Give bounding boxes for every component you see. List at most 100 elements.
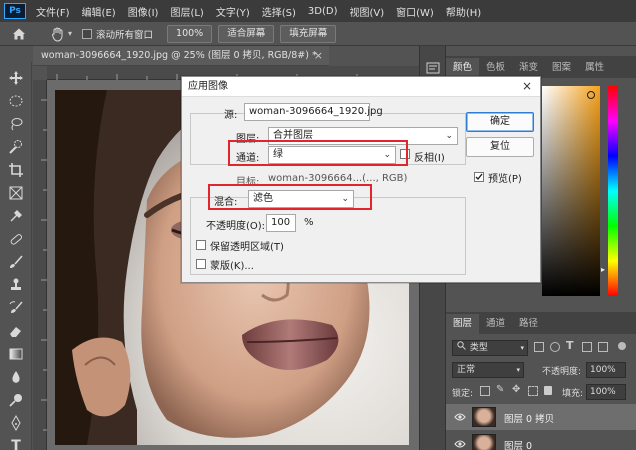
invert-label: 反相(I) bbox=[414, 153, 445, 164]
preserve-transparency-checkbox[interactable] bbox=[196, 240, 206, 250]
tools-panel: T bbox=[0, 62, 32, 450]
move-tool-icon[interactable] bbox=[8, 70, 24, 86]
layer-opacity-input[interactable]: 100% bbox=[586, 362, 626, 378]
layer-blend-mode-select[interactable]: 正常 ▾ bbox=[452, 362, 524, 378]
zoom-100-button[interactable]: 100% bbox=[167, 24, 213, 43]
blur-tool-icon[interactable] bbox=[8, 369, 24, 385]
tab-gradients[interactable]: 渐变 bbox=[512, 58, 545, 78]
lock-artboard-icon[interactable] bbox=[528, 386, 538, 396]
opacity-value: 100 bbox=[271, 217, 291, 228]
menu-edit[interactable]: 编辑(E) bbox=[76, 4, 122, 19]
channel-highlight-box bbox=[228, 140, 408, 166]
menu-bar: Ps 文件(F) 编辑(E) 图像(I) 图层(L) 文字(Y) 选择(S) 3… bbox=[0, 0, 636, 22]
filter-toggle-icon[interactable] bbox=[618, 342, 626, 350]
chevron-down-icon: ⌄ bbox=[357, 107, 365, 117]
tab-color[interactable]: 颜色 bbox=[446, 58, 480, 78]
close-tab-icon[interactable]: × bbox=[314, 46, 323, 65]
tab-swatches[interactable]: 色板 bbox=[479, 58, 512, 78]
lock-pixels-icon[interactable]: ✎ bbox=[496, 384, 504, 395]
layer-filter-label: 类型 bbox=[469, 343, 488, 353]
menu-image[interactable]: 图像(I) bbox=[122, 4, 165, 19]
tab-layers[interactable]: 图层 bbox=[446, 314, 480, 334]
menu-view[interactable]: 视图(V) bbox=[343, 4, 390, 19]
history-brush-tool-icon[interactable] bbox=[8, 300, 24, 316]
healing-brush-tool-icon[interactable] bbox=[8, 231, 24, 247]
hand-tool-icon[interactable] bbox=[50, 26, 66, 42]
lasso-tool-icon[interactable] bbox=[8, 116, 24, 132]
lock-position-icon[interactable]: ✥ bbox=[512, 384, 520, 395]
type-tool-icon[interactable]: T bbox=[8, 438, 24, 450]
frame-tool-icon[interactable] bbox=[8, 185, 24, 201]
fill-value: 100% bbox=[590, 387, 616, 397]
visibility-eye-icon[interactable] bbox=[454, 439, 466, 450]
filter-type-icon[interactable]: T bbox=[566, 339, 574, 352]
layer-filter-select[interactable]: 类型 ▾ bbox=[452, 340, 528, 356]
tab-channels[interactable]: 通道 bbox=[479, 314, 512, 334]
tab-paths[interactable]: 路径 bbox=[512, 314, 545, 334]
dialog-title: 应用图像 bbox=[188, 81, 228, 92]
tab-patterns[interactable]: 图案 bbox=[545, 58, 578, 78]
brush-tool-icon[interactable] bbox=[8, 254, 24, 270]
clone-stamp-tool-icon[interactable] bbox=[8, 277, 24, 293]
vertical-ruler bbox=[33, 80, 47, 450]
color-picker-field[interactable] bbox=[542, 86, 600, 296]
options-bar: ▾ 滚动所有窗口 100% 适合屏幕 填充屏幕 bbox=[0, 22, 636, 46]
fit-screen-button[interactable]: 适合屏幕 bbox=[218, 24, 275, 43]
layer-row[interactable]: 图层 0 bbox=[446, 431, 636, 450]
filter-shape-icon[interactable] bbox=[582, 342, 592, 352]
eyedropper-tool-icon[interactable] bbox=[8, 208, 24, 224]
menu-help[interactable]: 帮助(H) bbox=[440, 4, 487, 19]
layer-name[interactable]: 图层 0 拷贝 bbox=[504, 411, 554, 425]
eraser-tool-icon[interactable] bbox=[8, 323, 24, 339]
home-icon[interactable] bbox=[12, 27, 26, 41]
chevron-down-icon[interactable]: ▾ bbox=[68, 29, 72, 38]
layer-row[interactable]: 图层 0 拷贝 bbox=[446, 404, 636, 430]
gradient-tool-icon[interactable] bbox=[8, 346, 24, 362]
chevron-down-icon: ⌄ bbox=[445, 131, 453, 141]
filter-pixel-icon[interactable] bbox=[534, 342, 544, 352]
preview-checkbox[interactable] bbox=[474, 172, 484, 182]
hue-slider-handle[interactable]: ▸ bbox=[601, 265, 605, 274]
lock-all-icon[interactable] bbox=[544, 386, 552, 395]
source-select[interactable]: woman-3096664_1920.jpg ⌄ bbox=[244, 103, 383, 121]
layer-name[interactable]: 图层 0 bbox=[504, 438, 532, 450]
menu-window[interactable]: 窗口(W) bbox=[390, 4, 440, 19]
reset-button[interactable]: 复位 bbox=[466, 137, 534, 157]
scroll-all-checkbox[interactable] bbox=[82, 28, 93, 39]
fill-input[interactable]: 100% bbox=[586, 384, 626, 400]
lock-transparency-icon[interactable] bbox=[480, 386, 490, 396]
opacity-label: 不透明度(O): bbox=[206, 221, 266, 232]
layers-panel-tabs: 图层 通道 路径 bbox=[446, 312, 636, 334]
opacity-input[interactable]: 100 bbox=[266, 214, 296, 232]
mask-checkbox[interactable] bbox=[196, 259, 206, 269]
marquee-tool-icon[interactable] bbox=[8, 93, 24, 109]
visibility-eye-icon[interactable] bbox=[454, 412, 466, 425]
hue-slider[interactable] bbox=[608, 86, 618, 296]
blend-highlight-box bbox=[208, 184, 372, 210]
dodge-tool-icon[interactable] bbox=[8, 392, 24, 408]
crop-tool-icon[interactable] bbox=[8, 162, 24, 178]
layer-thumbnail bbox=[472, 434, 496, 450]
color-panel-tabs: 颜色 色板 渐变 图案 属性 bbox=[446, 56, 636, 78]
menu-layer[interactable]: 图层(L) bbox=[164, 4, 209, 19]
menu-3d[interactable]: 3D(D) bbox=[302, 6, 344, 17]
menu-type[interactable]: 文字(Y) bbox=[210, 4, 256, 19]
menu-select[interactable]: 选择(S) bbox=[256, 4, 302, 19]
tab-properties[interactable]: 属性 bbox=[578, 58, 611, 78]
layer-thumbnail bbox=[472, 407, 496, 427]
filter-smart-icon[interactable] bbox=[598, 342, 608, 352]
dialog-title-bar[interactable]: 应用图像 bbox=[182, 77, 540, 97]
color-picker-marker bbox=[587, 91, 595, 99]
layer-blend-mode-value: 正常 bbox=[457, 365, 476, 375]
fill-screen-button[interactable]: 填充屏幕 bbox=[280, 24, 337, 43]
close-icon[interactable]: × bbox=[522, 79, 532, 93]
quick-selection-tool-icon[interactable] bbox=[8, 139, 24, 155]
search-icon bbox=[457, 341, 467, 355]
menu-file[interactable]: 文件(F) bbox=[30, 4, 76, 19]
opacity-unit: % bbox=[304, 217, 314, 228]
filter-adjust-icon[interactable] bbox=[550, 342, 560, 352]
apply-image-dialog: 应用图像 × 源: woman-3096664_1920.jpg ⌄ 图层: 合… bbox=[181, 76, 541, 283]
pen-tool-icon[interactable] bbox=[8, 414, 24, 432]
ok-button[interactable]: 确定 bbox=[466, 112, 534, 132]
document-tab[interactable]: woman-3096664_1920.jpg @ 25% (图层 0 拷贝, R… bbox=[33, 46, 329, 66]
